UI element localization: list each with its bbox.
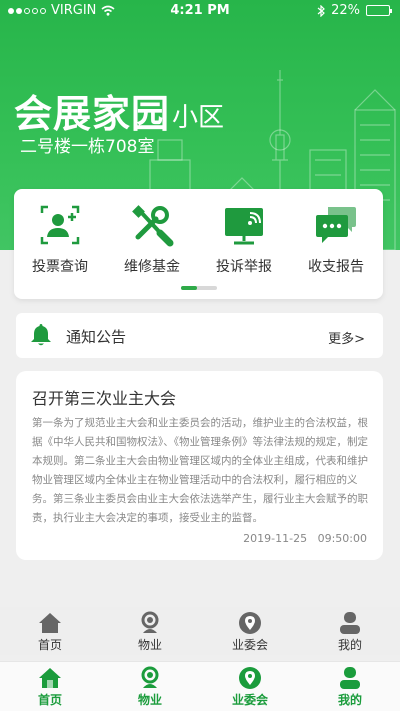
tab-label: 我的 <box>337 693 362 707</box>
tab-label: 首页 <box>37 693 62 707</box>
menu-item-vote[interactable]: 投票查询 <box>14 203 106 276</box>
community-name: 会展家园 <box>14 92 171 136</box>
community-title: 会展家园 小区 <box>14 83 224 138</box>
tab-committee-active[interactable]: 业委会 <box>200 662 300 711</box>
announcement-body: 第一条为了规范业主大会和业主委员会的活动，维护业主的合法权益，根据《中华人民共和… <box>32 417 368 524</box>
menu-label: 收支报告 <box>308 259 364 275</box>
user-icon <box>340 612 360 634</box>
page-indicator <box>181 286 217 290</box>
tab-committee[interactable]: 业委会 <box>200 607 300 655</box>
notice-bar[interactable]: 通知公告 更多> <box>16 313 383 358</box>
chat-bubble-report-icon <box>316 207 356 243</box>
tab-mine[interactable]: 我的 <box>300 607 400 655</box>
menu-label: 维修基金 <box>124 259 180 275</box>
tab-property[interactable]: 物业 <box>100 607 200 655</box>
menu-label: 投票查询 <box>32 259 88 275</box>
announcement-time: 09:50:00 <box>317 532 367 545</box>
location-pin-icon <box>239 667 261 689</box>
property-icon <box>141 666 159 688</box>
menu-item-complaint[interactable]: 投诉举报 <box>198 203 290 276</box>
menu-item-report[interactable]: 收支报告 <box>290 203 382 276</box>
tab-label: 我的 <box>337 638 362 652</box>
menu-label: 投诉举报 <box>216 259 272 275</box>
tab-label: 业委会 <box>231 693 268 707</box>
home-icon <box>39 668 61 688</box>
tab-label: 业委会 <box>231 638 268 652</box>
bluetooth-icon <box>317 4 325 17</box>
bell-icon <box>31 324 51 346</box>
quick-menu-card: 投票查询 维修基金 投诉举报 收支报告 <box>14 189 383 299</box>
tab-bar-active: 首页 物业 业委会 我的 <box>0 661 400 711</box>
tab-home[interactable]: 首页 <box>0 607 100 655</box>
property-icon <box>141 611 159 633</box>
tab-label: 物业 <box>137 693 162 707</box>
tab-property-active[interactable]: 物业 <box>100 662 200 711</box>
vote-person-icon <box>40 205 80 245</box>
location-pin-icon <box>239 612 261 634</box>
menu-item-maintenance-fund[interactable]: 维修基金 <box>106 203 198 276</box>
announcement-card[interactable]: 召开第三次业主大会 第一条为了规范业主大会和业主委员会的活动，维护业主的合法权益… <box>16 371 383 560</box>
monitor-complaint-icon <box>225 208 263 245</box>
tab-label: 首页 <box>37 638 62 652</box>
status-bar: VIRGIN 4:21 PM 22% <box>0 0 400 22</box>
notice-title: 通知公告 <box>66 328 127 346</box>
announcement-title: 召开第三次业主大会 <box>32 389 177 408</box>
home-icon <box>39 613 61 633</box>
user-icon <box>340 667 360 689</box>
tab-bar-inactive: 首页 物业 业委会 我的 <box>0 607 400 655</box>
notice-more-link[interactable]: 更多> <box>328 328 365 347</box>
tab-home-active[interactable]: 首页 <box>0 662 100 711</box>
community-suffix: 小区 <box>172 103 225 133</box>
battery-percent: 22% <box>331 3 360 18</box>
tab-mine-active[interactable]: 我的 <box>300 662 400 711</box>
announcement-datetime: 2019-11-25 09:50:00 <box>243 532 367 545</box>
announcement-date: 2019-11-25 <box>243 532 308 545</box>
tab-label: 物业 <box>137 638 162 652</box>
room-address: 二号楼一栋708室 <box>20 137 155 157</box>
battery-icon <box>366 5 392 16</box>
wrench-screwdriver-icon <box>132 205 174 247</box>
